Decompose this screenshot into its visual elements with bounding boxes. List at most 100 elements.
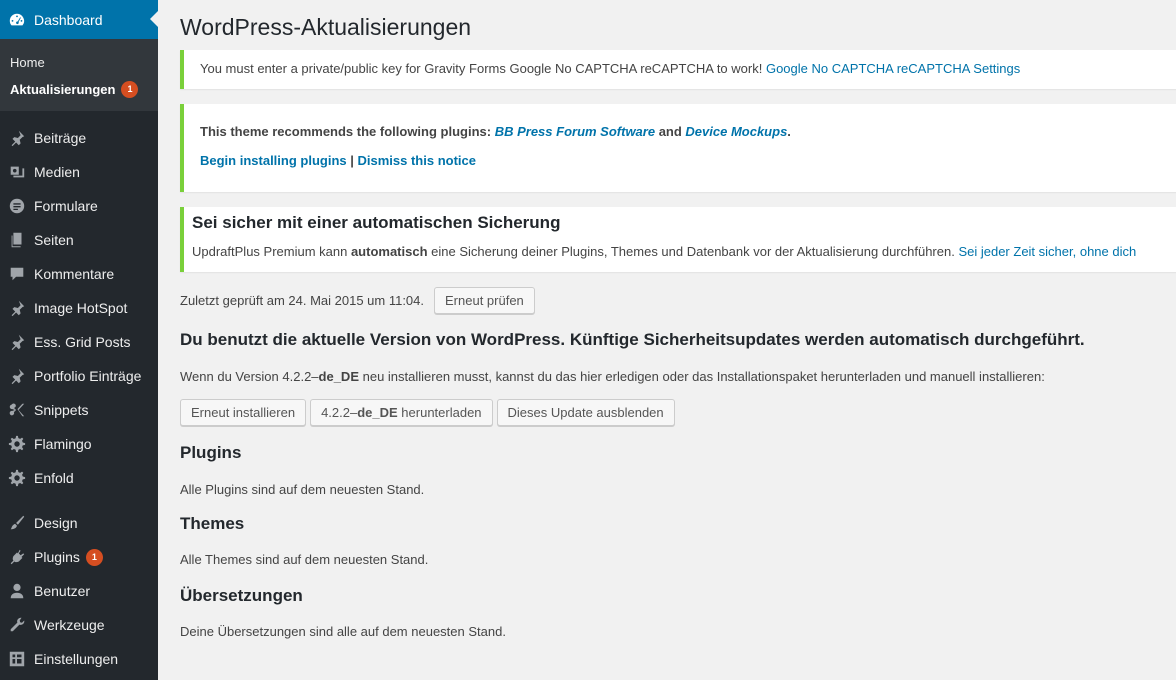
- pin-icon: [7, 366, 27, 386]
- wordpress-reinstall-desc: Wenn du Version 4.2.2–de_DE neu installi…: [180, 369, 1045, 384]
- pin-icon: [7, 298, 27, 318]
- backup-link[interactable]: Sei jeder Zeit sicher, ohne dich: [958, 244, 1136, 259]
- theme-plugins-text: This theme recommends the following plug…: [200, 124, 1176, 139]
- and-text: and: [655, 124, 686, 139]
- gear-icon: [7, 468, 27, 488]
- dashboard-icon: [7, 10, 27, 30]
- reinstall-desc-b: neu installieren musst, kannst du das hi…: [359, 369, 1045, 384]
- dismiss-notice-link[interactable]: Dismiss this notice: [358, 153, 476, 168]
- sidebar-item-ess-grid-posts[interactable]: Ess. Grid Posts: [0, 325, 158, 359]
- sidebar-item-einstellungen[interactable]: Einstellungen: [0, 642, 158, 676]
- backup-notice: Sei sicher mit einer automatischen Siche…: [180, 207, 1176, 272]
- download-button[interactable]: 4.2.2–de_DE herunterladen: [310, 399, 493, 426]
- recaptcha-settings-link[interactable]: Google No CAPTCHA reCAPTCHA Settings: [766, 61, 1020, 76]
- themes-heading: Themes: [180, 514, 245, 533]
- device-mockups-link-label: Device Mockups: [685, 124, 788, 139]
- download-label-bold: de_DE: [357, 405, 398, 420]
- sidebar-item-label: Kommentare: [34, 266, 115, 282]
- recaptcha-notice: You must enter a private/public key for …: [180, 50, 1176, 89]
- bbpress-link-label: BB Press Forum Software: [494, 124, 656, 139]
- sidebar-item-label: Flamingo: [34, 436, 92, 452]
- pin-icon: [7, 332, 27, 352]
- sidebar-item-label: Medien: [34, 164, 80, 180]
- scissors-icon: [7, 400, 27, 420]
- sidebar-item-beiträge[interactable]: Beiträge: [0, 121, 158, 155]
- sidebar-item-label: Werkzeuge: [34, 617, 105, 633]
- reinstall-desc-bold: de_DE: [318, 369, 359, 384]
- check-again-button[interactable]: Erneut prüfen: [434, 287, 535, 314]
- plugin-icon: [7, 547, 27, 567]
- suffix-text: .: [787, 124, 791, 139]
- sidebar-item-enfold[interactable]: Enfold: [0, 461, 158, 495]
- sidebar-item-flamingo[interactable]: Flamingo: [0, 427, 158, 461]
- brush-icon: [7, 513, 27, 533]
- sidebar-item-label: Ess. Grid Posts: [34, 334, 131, 350]
- dashboard-submenu: Home Aktualisierungen 1: [0, 39, 158, 111]
- translations-heading: Übersetzungen: [180, 586, 303, 605]
- menu-list: Beiträge Medien Formulare Seiten Kommentare I…: [0, 111, 158, 676]
- backup-notice-text: UpdraftPlus Premium kann automatisch ein…: [192, 244, 1176, 259]
- admin-sidebar: Dashboard Home Aktualisierungen 1 Beiträg…: [0, 0, 158, 680]
- theme-plugins-prefix: This theme recommends the following plug…: [200, 124, 495, 139]
- themes-status-text: Alle Themes sind auf dem neuesten Stand.: [180, 552, 429, 567]
- sidebar-item-seiten[interactable]: Seiten: [0, 223, 158, 257]
- reinstall-desc-a: Wenn du Version 4.2.2–: [180, 369, 319, 384]
- main-content: WordPress-Aktualisierungen You must ente…: [158, 0, 1176, 680]
- sidebar-item-label: Seiten: [34, 232, 74, 248]
- last-check-row: Zuletzt geprüft am 24. Mai 2015 um 11:04…: [180, 287, 535, 314]
- submenu-updates-label: Aktualisierungen: [10, 82, 116, 97]
- sidebar-item-plugins[interactable]: Plugins 1: [0, 540, 158, 574]
- sidebar-item-snippets[interactable]: Snippets: [0, 393, 158, 427]
- sidebar-item-benutzer[interactable]: Benutzer: [0, 574, 158, 608]
- media-icon: [7, 162, 27, 182]
- gear-icon: [7, 434, 27, 454]
- device-mockups-link[interactable]: Device Mockups: [685, 124, 787, 139]
- menu-dashboard[interactable]: Dashboard: [0, 0, 158, 39]
- sidebar-item-kommentare[interactable]: Kommentare: [0, 257, 158, 291]
- submenu-home[interactable]: Home: [0, 49, 158, 76]
- pages-icon: [7, 230, 27, 250]
- theme-plugins-actions: Begin installing plugins | Dismiss this …: [200, 153, 1176, 168]
- bbpress-link[interactable]: BB Press Forum Software: [495, 124, 655, 139]
- sidebar-item-medien[interactable]: Medien: [0, 155, 158, 189]
- reinstall-button[interactable]: Erneut installieren: [180, 399, 307, 426]
- wordpress-status-heading: Du benutzt die aktuelle Version von Word…: [180, 330, 1085, 349]
- backup-text-b: eine Sicherung deiner Plugins, Themes un…: [427, 244, 959, 259]
- sidebar-item-design[interactable]: Design: [0, 506, 158, 540]
- sidebar-item-label: Einstellungen: [34, 651, 119, 667]
- translations-status-text: Deine Übersetzungen sind alle auf dem ne…: [180, 624, 506, 639]
- wrench-icon: [7, 615, 27, 635]
- download-label-b: herunterladen: [397, 405, 482, 420]
- recaptcha-notice-text: You must enter a private/public key for …: [200, 61, 766, 76]
- backup-notice-heading: Sei sicher mit einer automatischen Siche…: [192, 213, 561, 232]
- backup-text-bold: automatisch: [350, 244, 428, 259]
- sidebar-item-werkzeuge[interactable]: Werkzeuge: [0, 608, 158, 642]
- sidebar-item-label: Enfold: [34, 470, 74, 486]
- update-count-badge: 1: [121, 81, 139, 98]
- sidebar-item-label: Snippets: [34, 402, 89, 418]
- comments-icon: [7, 264, 27, 284]
- page-title: WordPress-Aktualisierungen: [180, 14, 472, 40]
- sidebar-item-label: Design: [34, 515, 78, 531]
- download-label-a: 4.2.2–: [321, 405, 358, 420]
- hide-update-button[interactable]: Dieses Update ausblenden: [496, 399, 675, 426]
- plugins-update-badge: 1: [85, 548, 103, 566]
- menu-dashboard-label: Dashboard: [34, 11, 103, 28]
- pin-icon: [7, 128, 27, 148]
- sidebar-item-portfolio-einträge[interactable]: Portfolio Einträge: [0, 359, 158, 393]
- submenu-home-label: Home: [10, 55, 45, 70]
- sidebar-item-label: Portfolio Einträge: [34, 368, 142, 384]
- sidebar-item-label: Plugins: [34, 549, 80, 565]
- begin-installing-link[interactable]: Begin installing plugins: [200, 153, 347, 168]
- submenu-updates[interactable]: Aktualisierungen 1: [0, 76, 158, 103]
- sidebar-item-formulare[interactable]: Formulare: [0, 189, 158, 223]
- settings-icon: [7, 649, 27, 669]
- wordpress-actions: Erneut installieren 4.2.2–de_DE herunter…: [180, 399, 675, 426]
- sidebar-item-label: Benutzer: [34, 583, 91, 599]
- sidebar-item-image-hotspot[interactable]: Image HotSpot: [0, 291, 158, 325]
- plugins-heading: Plugins: [180, 443, 242, 462]
- user-icon: [7, 581, 27, 601]
- backup-text-a: UpdraftPlus Premium kann: [192, 244, 351, 259]
- last-check-text: Zuletzt geprüft am 24. Mai 2015 um 11:04…: [180, 293, 425, 308]
- sidebar-item-label: Formulare: [34, 198, 98, 214]
